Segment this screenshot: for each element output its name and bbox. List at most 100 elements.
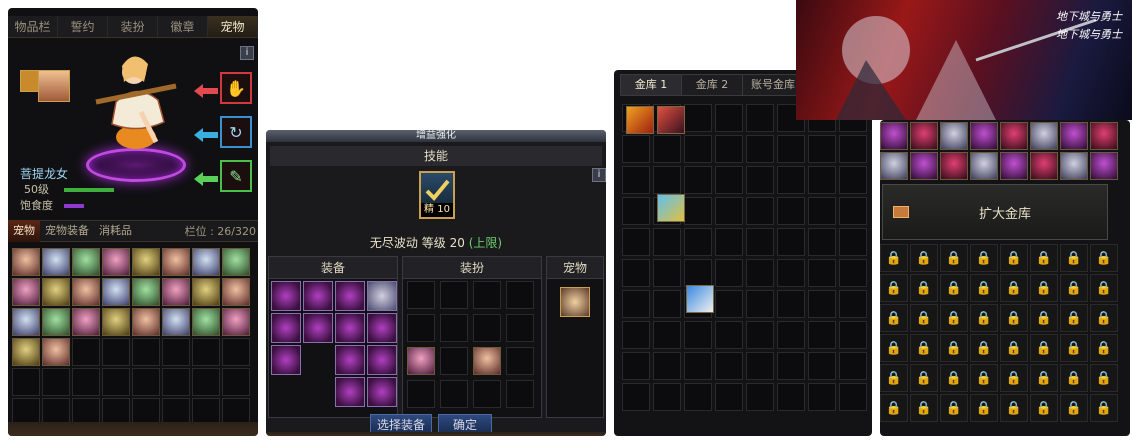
pet-item[interactable] xyxy=(560,287,590,317)
inventory-slot[interactable] xyxy=(839,321,867,349)
inventory-slot[interactable] xyxy=(506,281,534,309)
subtab-consumables[interactable]: 消耗品 xyxy=(94,220,137,242)
inventory-slot[interactable] xyxy=(777,290,805,318)
equipment-item[interactable] xyxy=(335,313,365,343)
inventory-slot[interactable] xyxy=(12,308,40,336)
inventory-slot[interactable] xyxy=(622,352,650,380)
inventory-slot[interactable] xyxy=(440,380,468,408)
inventory-slot[interactable] xyxy=(715,104,743,132)
inventory-slot[interactable] xyxy=(808,352,836,380)
inventory-slot[interactable] xyxy=(746,259,774,287)
locked-slot[interactable]: 🔒 xyxy=(880,394,908,422)
inventory-slot[interactable] xyxy=(162,278,190,306)
tab-items[interactable]: 物品栏 xyxy=(8,16,58,37)
locked-slot[interactable]: 🔒 xyxy=(1060,304,1088,332)
locked-slot[interactable]: 🔒 xyxy=(1030,364,1058,392)
inventory-slot[interactable] xyxy=(839,259,867,287)
equipment-item[interactable] xyxy=(367,313,397,343)
locked-slot[interactable]: 🔒 xyxy=(880,364,908,392)
locked-slot[interactable]: 🔒 xyxy=(1030,244,1058,272)
locked-slot[interactable]: 🔒 xyxy=(940,304,968,332)
inventory-slot[interactable] xyxy=(102,368,130,396)
inventory-slot[interactable] xyxy=(746,135,774,163)
inventory-slot[interactable] xyxy=(72,308,100,336)
equipment-item[interactable] xyxy=(303,313,333,343)
inventory-slot[interactable] xyxy=(839,135,867,163)
bank-item[interactable] xyxy=(686,285,714,313)
locked-slot[interactable]: 🔒 xyxy=(1090,364,1118,392)
inventory-slot[interactable] xyxy=(808,135,836,163)
inventory-slot[interactable] xyxy=(622,383,650,411)
locked-slot[interactable]: 🔒 xyxy=(910,244,938,272)
inventory-slot[interactable] xyxy=(746,166,774,194)
inventory-slot[interactable] xyxy=(777,166,805,194)
inventory-slot[interactable] xyxy=(222,248,250,276)
tab-avatar[interactable]: 装扮 xyxy=(108,16,158,37)
inventory-slot[interactable] xyxy=(684,135,712,163)
inventory-slot[interactable] xyxy=(1030,152,1058,180)
inventory-slot[interactable] xyxy=(715,228,743,256)
inventory-slot[interactable] xyxy=(715,383,743,411)
locked-slot[interactable]: 🔒 xyxy=(1030,394,1058,422)
inventory-slot[interactable] xyxy=(746,290,774,318)
inventory-slot[interactable] xyxy=(622,259,650,287)
tab-bank-2[interactable]: 金库 2 xyxy=(682,75,743,95)
inventory-slot[interactable] xyxy=(102,278,130,306)
inventory-slot[interactable] xyxy=(653,228,681,256)
inventory-slot[interactable] xyxy=(653,166,681,194)
equipment-item[interactable] xyxy=(335,281,365,311)
inventory-slot[interactable] xyxy=(407,380,435,408)
inventory-slot[interactable] xyxy=(684,166,712,194)
locked-slot[interactable]: 🔒 xyxy=(1030,304,1058,332)
inventory-slot[interactable] xyxy=(653,135,681,163)
inventory-slot[interactable] xyxy=(653,321,681,349)
inventory-slot[interactable] xyxy=(1000,152,1028,180)
locked-slot[interactable]: 🔒 xyxy=(910,334,938,362)
equipment-item[interactable] xyxy=(271,281,301,311)
inventory-slot[interactable] xyxy=(12,248,40,276)
inventory-slot[interactable] xyxy=(162,368,190,396)
locked-slot[interactable]: 🔒 xyxy=(1060,334,1088,362)
inventory-slot[interactable] xyxy=(808,290,836,318)
inventory-slot[interactable] xyxy=(506,314,534,342)
bank-item[interactable] xyxy=(626,106,654,134)
tab-emblem[interactable]: 徽章 xyxy=(158,16,208,37)
inventory-slot[interactable] xyxy=(12,368,40,396)
locked-slot[interactable]: 🔒 xyxy=(1000,244,1028,272)
locked-slot[interactable]: 🔒 xyxy=(970,244,998,272)
locked-slot[interactable]: 🔒 xyxy=(910,364,938,392)
locked-slot[interactable]: 🔒 xyxy=(1090,244,1118,272)
locked-slot[interactable]: 🔒 xyxy=(1000,274,1028,302)
locked-slot[interactable]: 🔒 xyxy=(1000,304,1028,332)
inventory-slot[interactable] xyxy=(162,308,190,336)
locked-slot[interactable]: 🔒 xyxy=(1090,304,1118,332)
equipment-item[interactable] xyxy=(367,377,397,407)
inventory-slot[interactable] xyxy=(746,197,774,225)
inventory-slot[interactable] xyxy=(132,278,160,306)
inventory-slot[interactable] xyxy=(407,347,435,375)
locked-slot[interactable]: 🔒 xyxy=(970,394,998,422)
inventory-slot[interactable] xyxy=(746,352,774,380)
inventory-slot[interactable] xyxy=(407,281,435,309)
locked-slot[interactable]: 🔒 xyxy=(1000,364,1028,392)
inventory-slot[interactable] xyxy=(132,338,160,366)
info-button[interactable]: i xyxy=(240,46,254,60)
equipment-item[interactable] xyxy=(335,377,365,407)
inventory-slot[interactable] xyxy=(473,314,501,342)
locked-slot[interactable]: 🔒 xyxy=(910,304,938,332)
inventory-slot[interactable] xyxy=(910,152,938,180)
locked-slot[interactable]: 🔒 xyxy=(910,394,938,422)
inventory-slot[interactable] xyxy=(192,308,220,336)
inventory-slot[interactable] xyxy=(622,228,650,256)
inventory-slot[interactable] xyxy=(880,122,908,150)
tab-pet[interactable]: 宠物 xyxy=(208,16,258,37)
locked-slot[interactable]: 🔒 xyxy=(880,304,908,332)
locked-slot[interactable]: 🔒 xyxy=(1090,274,1118,302)
inventory-slot[interactable] xyxy=(42,308,70,336)
inventory-slot[interactable] xyxy=(192,248,220,276)
bank-item[interactable] xyxy=(657,194,685,222)
inventory-slot[interactable] xyxy=(102,338,130,366)
inventory-slot[interactable] xyxy=(192,368,220,396)
inventory-slot[interactable] xyxy=(777,259,805,287)
equipment-item[interactable] xyxy=(303,281,333,311)
